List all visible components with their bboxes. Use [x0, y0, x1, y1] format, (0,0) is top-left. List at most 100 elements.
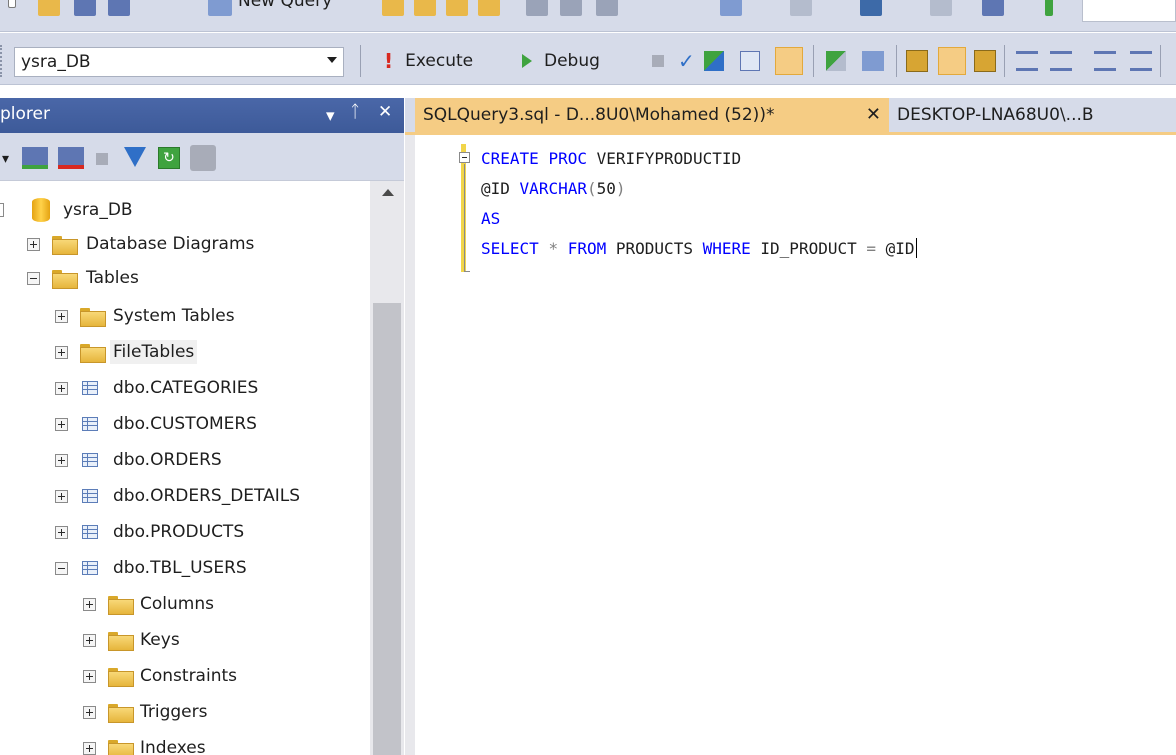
- tree-label-keys: Keys: [140, 630, 180, 650]
- execute-button[interactable]: ! Execute: [384, 47, 473, 75]
- tree-node-keys[interactable]: Keys: [0, 623, 370, 657]
- navigate-forward-icon[interactable]: [930, 0, 952, 16]
- toolbar-separator: [360, 45, 361, 77]
- tree-node-constraints[interactable]: Constraints: [0, 659, 370, 693]
- include-actual-plan-icon[interactable]: [826, 51, 846, 71]
- undo-icon[interactable]: [720, 0, 742, 16]
- debug-label: Debug: [544, 51, 600, 71]
- execute-label: Execute: [405, 51, 474, 71]
- expander-collapse-icon[interactable]: [0, 203, 4, 217]
- keyword-from: FROM: [567, 239, 607, 258]
- available-databases-dropdown[interactable]: ysra_DB: [14, 47, 344, 77]
- expand-plus-icon[interactable]: [27, 238, 40, 251]
- vertical-scrollbar[interactable]: [370, 181, 404, 755]
- tree-node-table[interactable]: dbo.ORDERS_DETAILS: [0, 479, 370, 513]
- tree-node-database[interactable]: ysra_DB: [0, 193, 370, 227]
- database-engine-query-icon[interactable]: [382, 0, 404, 16]
- tree-node-table[interactable]: dbo.PRODUCTS: [0, 515, 370, 549]
- new-query-button[interactable]: New Query: [238, 0, 332, 11]
- analysis-services-xmla-query-icon[interactable]: [478, 0, 500, 16]
- refresh-icon[interactable]: ↻: [158, 147, 180, 169]
- tree-node-table[interactable]: dbo.TBL_USERS: [0, 551, 370, 585]
- open-folder-icon[interactable]: [38, 0, 60, 16]
- results-to-text-icon[interactable]: [775, 47, 803, 75]
- query-designer-icon[interactable]: [740, 51, 760, 71]
- expand-plus-icon[interactable]: [83, 670, 96, 683]
- results-to-grid-icon[interactable]: [938, 47, 966, 75]
- connect-dropdown-icon[interactable]: ▾: [2, 151, 9, 167]
- tree-node-database-diagrams[interactable]: Database Diagrams: [0, 227, 370, 261]
- expand-plus-icon[interactable]: [55, 310, 68, 323]
- save-all-icon[interactable]: [108, 0, 130, 16]
- navigate-backward-icon[interactable]: [860, 0, 882, 16]
- live-query-statistics-icon[interactable]: [862, 51, 884, 71]
- tree-node-table[interactable]: dbo.CATEGORIES: [0, 371, 370, 405]
- tree-node-triggers[interactable]: Triggers: [0, 695, 370, 729]
- display-estimated-plan-icon[interactable]: [704, 51, 724, 71]
- expand-plus-icon[interactable]: [83, 598, 96, 611]
- collapse-minus-icon[interactable]: [27, 272, 40, 285]
- comment-lines-icon[interactable]: [1016, 51, 1038, 71]
- tab-sqlquery3[interactable]: SQLQuery3.sql - D...8U0\Mohamed (52))* ✕: [415, 98, 889, 132]
- window-position-dropdown-icon[interactable]: ▾: [326, 106, 335, 126]
- uncomment-lines-icon[interactable]: [1050, 51, 1072, 71]
- table-icon: [82, 561, 98, 575]
- expand-plus-icon[interactable]: [55, 526, 68, 539]
- disconnect-icon[interactable]: [58, 147, 84, 169]
- new-item-icon[interactable]: [8, 0, 16, 8]
- results-to-text-icon-2[interactable]: [906, 50, 928, 72]
- increase-indent-icon[interactable]: [1130, 51, 1152, 71]
- table-icon: [82, 453, 98, 467]
- toolbar-grip[interactable]: [0, 45, 4, 77]
- tree-node-tables[interactable]: Tables: [0, 261, 370, 295]
- solution-explorer-icon[interactable]: [982, 0, 1004, 16]
- collapse-minus-icon[interactable]: [55, 562, 68, 575]
- editor-gutter: [405, 135, 415, 755]
- decrease-indent-icon[interactable]: [1094, 51, 1116, 71]
- tree-node-indexes[interactable]: Indexes: [0, 731, 370, 755]
- close-panel-icon[interactable]: ✕: [378, 102, 392, 122]
- paste-icon[interactable]: [596, 0, 618, 16]
- expand-plus-icon[interactable]: [55, 490, 68, 503]
- keyword-as: AS: [481, 209, 501, 228]
- expand-plus-icon[interactable]: [55, 418, 68, 431]
- tree-node-columns[interactable]: Columns: [0, 587, 370, 621]
- tree-node-system-tables[interactable]: System Tables: [0, 299, 370, 333]
- folder-icon: [108, 740, 134, 755]
- folder-icon: [108, 668, 134, 687]
- expand-plus-icon[interactable]: [83, 706, 96, 719]
- cut-icon[interactable]: [526, 0, 548, 16]
- connect-object-explorer-icon[interactable]: [22, 147, 48, 169]
- analysis-services-dmx-query-icon[interactable]: [446, 0, 468, 16]
- expand-plus-icon[interactable]: [55, 382, 68, 395]
- analysis-services-mdx-query-icon[interactable]: [414, 0, 436, 16]
- parse-checkmark-icon[interactable]: ✓: [678, 49, 695, 73]
- filter-icon[interactable]: [124, 147, 146, 167]
- tree-node-table[interactable]: dbo.CUSTOMERS: [0, 407, 370, 441]
- copy-icon[interactable]: [560, 0, 582, 16]
- save-icon[interactable]: [74, 0, 96, 16]
- search-box[interactable]: [1082, 0, 1176, 22]
- results-to-file-icon[interactable]: [974, 50, 996, 72]
- debug-button[interactable]: Debug: [522, 47, 600, 75]
- stop-icon[interactable]: [652, 55, 664, 67]
- tree-node-table[interactable]: dbo.ORDERS: [0, 443, 370, 477]
- expand-plus-icon[interactable]: [83, 634, 96, 647]
- expand-plus-icon[interactable]: [83, 742, 96, 755]
- expand-plus-icon[interactable]: [55, 346, 68, 359]
- stop-icon[interactable]: [96, 153, 108, 165]
- start-icon[interactable]: [1045, 0, 1053, 16]
- play-icon: [522, 54, 532, 68]
- tree-node-filetables[interactable]: FileTables: [0, 335, 370, 369]
- outline-collapse-icon[interactable]: [459, 152, 470, 163]
- expand-plus-icon[interactable]: [55, 454, 68, 467]
- auto-hide-pin-icon[interactable]: ᛏ: [350, 102, 360, 122]
- activity-monitor-icon[interactable]: [190, 145, 216, 171]
- scroll-up-arrow-icon[interactable]: [382, 189, 394, 196]
- keyword-select: SELECT: [481, 239, 539, 258]
- close-tab-icon[interactable]: ✕: [866, 104, 881, 125]
- new-query-icon[interactable]: [208, 0, 232, 16]
- tab-desktop-connection[interactable]: DESKTOP-LNA68U0\...B: [889, 98, 1176, 132]
- redo-icon[interactable]: [790, 0, 812, 16]
- scrollbar-thumb[interactable]: [373, 303, 401, 755]
